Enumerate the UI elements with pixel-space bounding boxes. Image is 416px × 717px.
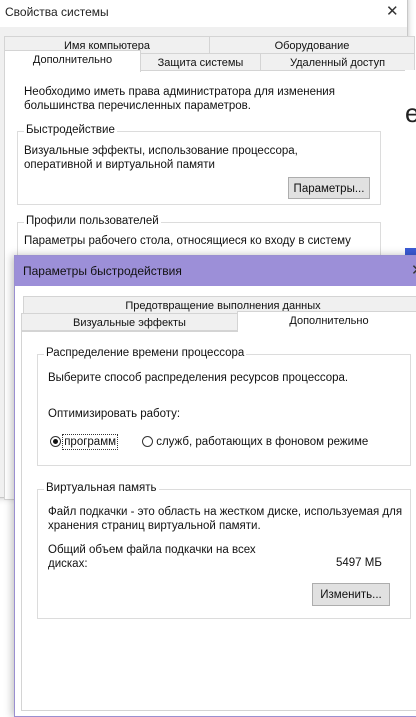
optimize-label: Оптимизировать работу:	[48, 408, 181, 420]
tab-advanced[interactable]: Дополнительно	[237, 311, 416, 332]
virtual-memory-description: Файл подкачки - это область на жестком д…	[48, 506, 403, 532]
close-icon[interactable]: ✕	[386, 4, 399, 19]
system-properties-title: Свойства системы	[5, 5, 109, 19]
tab-label: Визуальные эффекты	[73, 317, 186, 329]
tab-label: Дополнительно	[289, 315, 369, 327]
performance-settings-button[interactable]: Параметры...	[288, 177, 370, 199]
paging-total-label-line1: Общий объем файла подкачки на всех	[48, 544, 256, 556]
paging-total-value: 5497 МБ	[336, 557, 382, 569]
processor-instruction: Выберите способ распределения ресурсов п…	[48, 372, 349, 384]
performance-options-title: Параметры быстродействия	[23, 264, 182, 278]
performance-heading: Быстродействие	[24, 124, 117, 136]
tab-label: Защита системы	[157, 57, 244, 69]
tab-remote-access[interactable]: Удаленный доступ	[260, 53, 415, 71]
user-profiles-description: Параметры рабочего стола, относящиеся ко…	[24, 235, 351, 247]
radio-icon	[142, 436, 153, 447]
admin-note: Необходимо иметь права администратора дл…	[24, 86, 335, 112]
radio-icon	[50, 436, 61, 447]
background-window-peek: e	[405, 70, 416, 272]
close-icon[interactable]: ✕	[411, 263, 416, 278]
performance-groupbox: Быстродействие Визуальные эффекты, испол…	[17, 124, 381, 205]
tab-visual-effects[interactable]: Визуальные эффекты	[21, 313, 238, 331]
radio-label: программ	[62, 434, 119, 450]
radio-label: служб, работающих в фоновом режиме	[156, 436, 369, 448]
radio-background-services[interactable]: служб, работающих в фоновом режиме	[142, 436, 368, 448]
virtual-memory-heading: Виртуальная память	[44, 482, 159, 494]
virtual-memory-groupbox: Виртуальная память Файл подкачки - это о…	[37, 482, 411, 619]
peek-glyph: e	[405, 98, 416, 128]
tab-label: Удаленный доступ	[289, 57, 386, 69]
tab-system-protection[interactable]: Защита системы	[140, 53, 261, 71]
paging-total-label-line2: дисках:	[48, 558, 88, 570]
tab-hardware[interactable]: Оборудование	[209, 36, 415, 54]
tab-label: Оборудование	[274, 40, 350, 52]
paging-total-label: Общий объем файла подкачки на всех диска…	[48, 543, 256, 571]
system-properties-titlebar: Свойства системы ✕	[0, 0, 407, 27]
processor-scheduling-groupbox: Распределение времени процессора Выберит…	[37, 347, 411, 466]
radio-programs[interactable]: программ	[50, 434, 119, 450]
change-button[interactable]: Изменить...	[312, 583, 390, 606]
performance-options-titlebar: Параметры быстродействия ✕	[15, 256, 416, 286]
tab-advanced[interactable]: Дополнительно	[4, 50, 141, 72]
processor-scheduling-heading: Распределение времени процессора	[44, 347, 247, 359]
performance-options-dialog: Параметры быстродействия ✕ Предотвращени…	[14, 255, 416, 717]
button-label: Параметры...	[293, 183, 365, 195]
button-label: Изменить...	[320, 589, 382, 601]
tab-label: Дополнительно	[32, 54, 113, 66]
user-profiles-heading: Профили пользователей	[24, 215, 161, 227]
performance-description: Визуальные эффекты, использование процес…	[24, 145, 298, 171]
